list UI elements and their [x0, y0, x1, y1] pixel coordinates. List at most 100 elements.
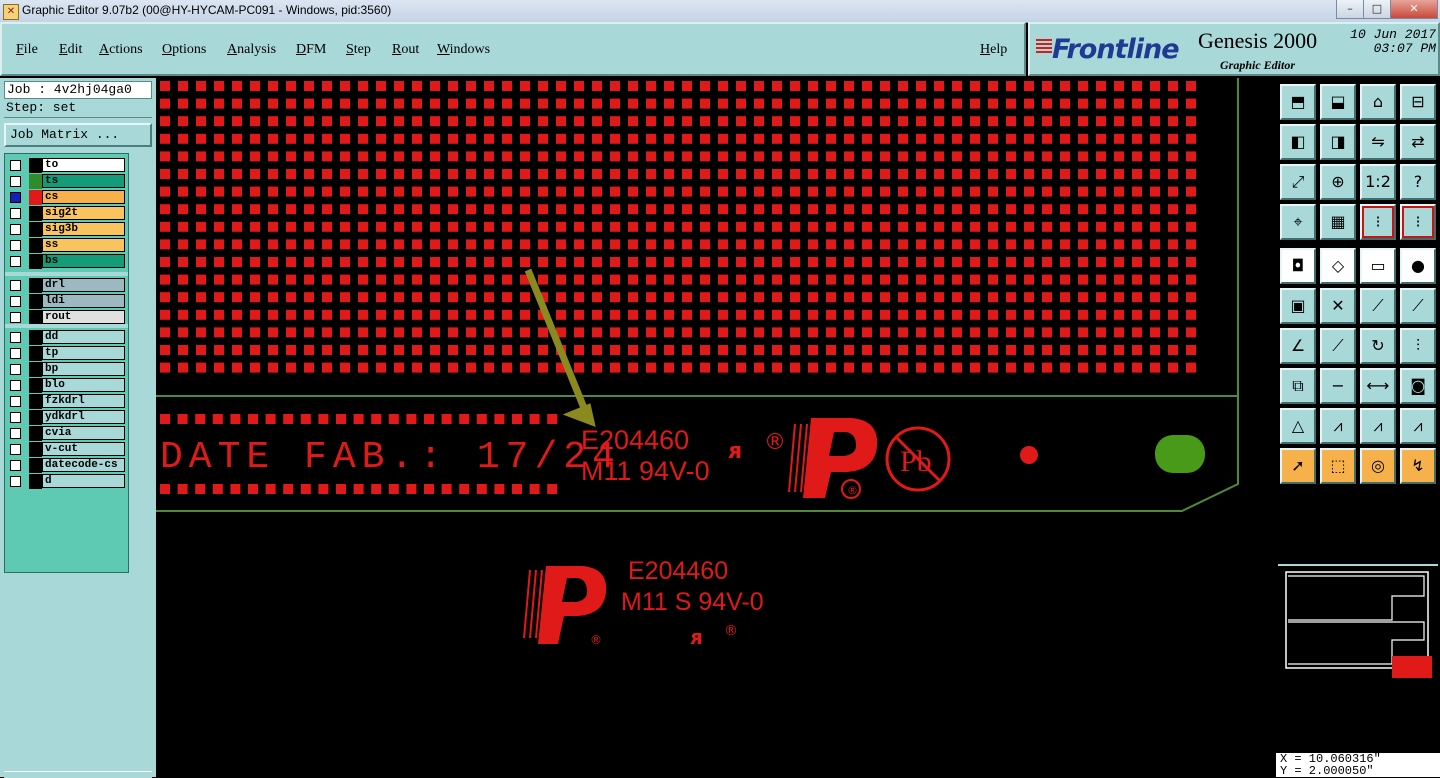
line-blue-button[interactable]: ⟋ [1400, 288, 1436, 324]
angle-button[interactable]: ∠ [1280, 328, 1316, 364]
layer-checkbox[interactable] [10, 192, 21, 203]
layer-color-swatch[interactable] [29, 346, 42, 361]
layer-name[interactable]: ydkdrl [42, 410, 125, 424]
layer-name[interactable]: sig2t [42, 206, 125, 220]
layer-color-swatch[interactable] [29, 310, 42, 325]
cross-delete-button[interactable]: ✕ [1320, 288, 1356, 324]
layer-row-ldi[interactable]: ldi [7, 294, 127, 309]
layer-name[interactable]: sig3b [42, 222, 125, 236]
layer-color-swatch[interactable] [29, 278, 42, 293]
layer-checkbox[interactable] [10, 240, 21, 251]
layer-checkbox[interactable] [10, 380, 21, 391]
measure-button[interactable]: ⟷ [1360, 368, 1396, 404]
menu-actions[interactable]: Actions [99, 42, 143, 58]
layer-row-v-cut[interactable]: v-cut [7, 442, 127, 457]
layer-color-swatch[interactable] [29, 426, 42, 441]
layer-checkbox[interactable] [10, 332, 21, 343]
menu-options[interactable]: Options [162, 42, 206, 58]
triangle-b-button[interactable]: ⩘ [1360, 408, 1396, 444]
layer-row-d[interactable]: d [7, 474, 127, 489]
layer-checkbox[interactable] [10, 256, 21, 267]
zoom-in-button[interactable]: ⊕ [1320, 164, 1356, 200]
layer-checkbox[interactable] [10, 396, 21, 407]
home-up-button[interactable]: ⬒ [1280, 84, 1316, 120]
mirror-button[interactable]: ⇋ [1360, 124, 1396, 160]
layer-row-datecode-cs[interactable]: datecode-cs [7, 458, 127, 473]
polygon-button[interactable]: ◇ [1320, 248, 1356, 284]
layer-checkbox[interactable] [10, 176, 21, 187]
minus-button[interactable]: − [1320, 368, 1356, 404]
layer-color-swatch[interactable] [29, 238, 42, 253]
scale-1-2-button[interactable]: 1:2 [1360, 164, 1396, 200]
layer-color-swatch[interactable] [29, 410, 42, 425]
pad-button[interactable]: ◘ [1280, 248, 1316, 284]
layer-name[interactable]: bp [42, 362, 125, 376]
layer-color-swatch[interactable] [29, 362, 42, 377]
line-red-button[interactable]: ⟋ [1360, 288, 1396, 324]
layer-checkbox[interactable] [10, 444, 21, 455]
ruler-button[interactable]: ▭ [1360, 248, 1396, 284]
menu-step[interactable]: Step [346, 42, 371, 58]
zoom-fit-button[interactable]: ⤢ [1280, 164, 1316, 200]
layer-color-swatch[interactable] [29, 294, 42, 309]
menu-windows[interactable]: Windows [437, 42, 490, 58]
layer-checkbox[interactable] [10, 428, 21, 439]
select-blue-button[interactable]: ▣ [1280, 288, 1316, 324]
layer-row-dd[interactable]: dd [7, 330, 127, 345]
maximize-button[interactable]: □ [1363, 0, 1391, 19]
layer-row-tp[interactable]: tp [7, 346, 127, 361]
layer-checkbox[interactable] [10, 160, 21, 171]
layer-checkbox[interactable] [10, 476, 21, 487]
layer-row-bp[interactable]: bp [7, 362, 127, 377]
layer-name[interactable]: v-cut [42, 442, 125, 456]
layer-name[interactable]: rout [42, 310, 125, 324]
layer-row-to[interactable]: to [7, 158, 127, 173]
layer-row-sig2t[interactable]: sig2t [7, 206, 127, 221]
menu-help[interactable]: Help [980, 42, 1007, 58]
layer-row-rout[interactable]: rout [7, 310, 127, 325]
rotate-button[interactable]: ↻ [1360, 328, 1396, 364]
layer-name[interactable]: d [42, 474, 125, 488]
pointer-button[interactable]: ➚ [1280, 448, 1316, 484]
layer-row-ss[interactable]: ss [7, 238, 127, 253]
menu-edit[interactable]: Edit [59, 42, 82, 58]
diagonal-button[interactable]: ⟋ [1320, 328, 1356, 364]
layer-color-swatch[interactable] [29, 222, 42, 237]
layer-name[interactable]: dd [42, 330, 125, 344]
triangle-button[interactable]: △ [1280, 408, 1316, 444]
layer-name[interactable]: drl [42, 278, 125, 292]
layer-name[interactable]: datecode-cs [42, 458, 125, 472]
layer-row-cvia[interactable]: cvia [7, 426, 127, 441]
layer-name[interactable]: cs [42, 190, 125, 204]
dot-button[interactable]: ● [1400, 248, 1436, 284]
triangle-a-button[interactable]: ⩘ [1320, 408, 1356, 444]
layer-color-swatch[interactable] [29, 394, 42, 409]
layer-color-swatch[interactable] [29, 442, 42, 457]
layer-row-ts[interactable]: ts [7, 174, 127, 189]
layer-color-swatch[interactable] [29, 174, 42, 189]
menu-rout[interactable]: Rout [392, 42, 419, 58]
pointer-circle-button[interactable]: ◎ [1360, 448, 1396, 484]
layer-name[interactable]: blo [42, 378, 125, 392]
layer-checkbox[interactable] [10, 364, 21, 375]
layer-name[interactable]: tp [42, 346, 125, 360]
layer-row-ydkdrl[interactable]: ydkdrl [7, 410, 127, 425]
layer-name[interactable]: ts [42, 174, 125, 188]
snap-button[interactable]: ⌖ [1280, 204, 1316, 240]
layer-checkbox[interactable] [10, 280, 21, 291]
menu-analysis[interactable]: Analysis [227, 42, 276, 58]
layer-row-bs[interactable]: bs [7, 254, 127, 269]
layers-red-button[interactable]: ⁝ [1360, 204, 1396, 240]
menu-file[interactable]: File [16, 42, 38, 58]
layer-color-swatch[interactable] [29, 458, 42, 473]
step-flip-button[interactable]: ⇄ [1400, 124, 1436, 160]
job-matrix-button[interactable]: Job Matrix ... [4, 123, 152, 147]
layers-red-2-button[interactable]: ⁝ [1400, 204, 1436, 240]
pan-right-button[interactable]: ◨ [1320, 124, 1356, 160]
home-down-button[interactable]: ⬓ [1320, 84, 1356, 120]
multi-pad-button[interactable]: ◙ [1400, 368, 1436, 404]
grid-button[interactable]: ▦ [1320, 204, 1356, 240]
pan-left-button[interactable]: ◧ [1280, 124, 1316, 160]
house-button[interactable]: ⌂ [1360, 84, 1396, 120]
triangle-c-button[interactable]: ⩘ [1400, 408, 1436, 444]
